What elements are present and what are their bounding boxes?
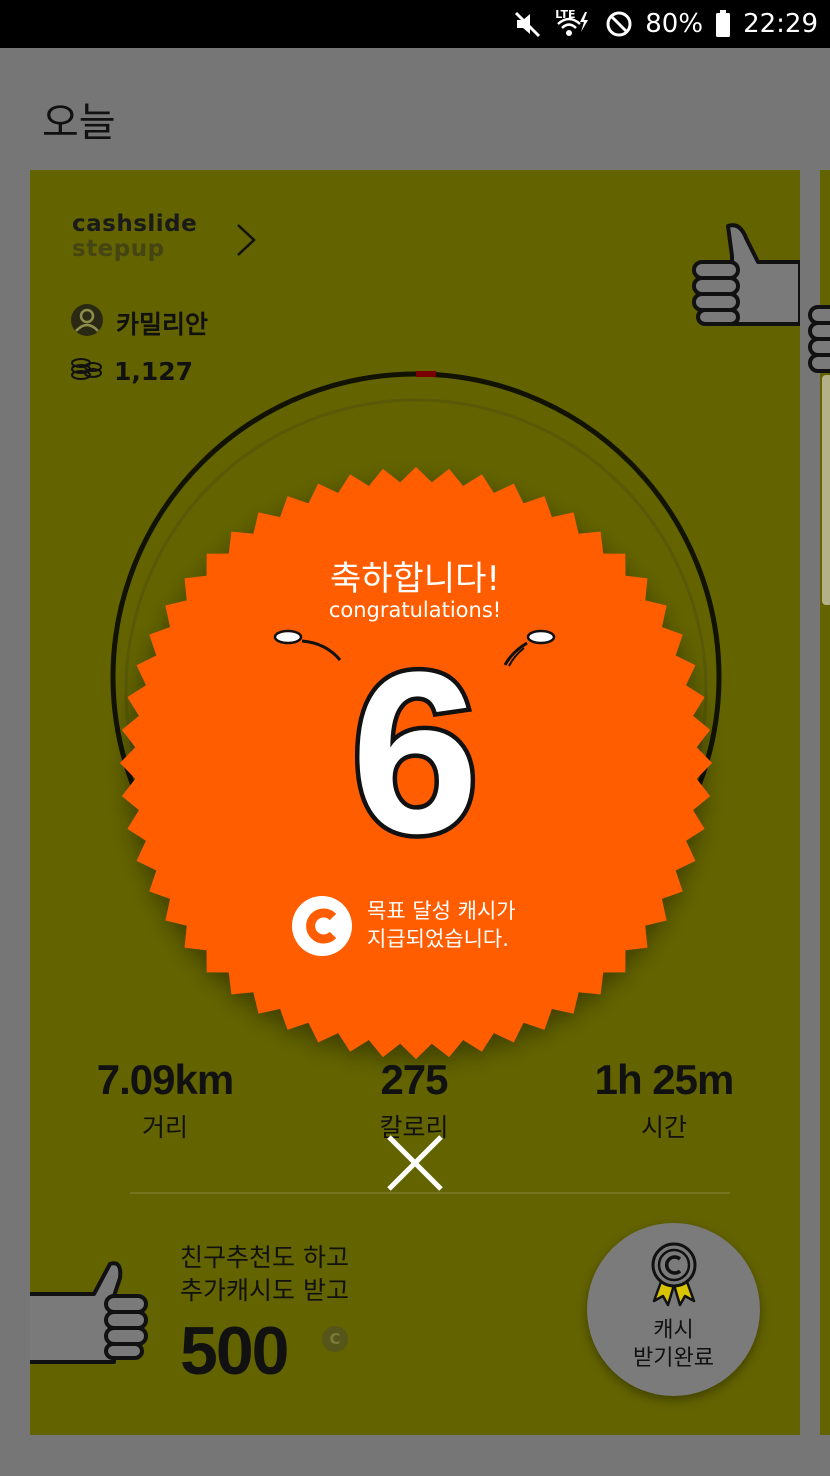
stat-calories-value: 275 bbox=[380, 1056, 448, 1103]
promo-text[interactable]: 친구추천도 하고 추가캐시도 받고 bbox=[180, 1241, 349, 1307]
goal-number-text: 6 bbox=[351, 640, 479, 850]
stat-distance-value: 7.09km bbox=[96, 1056, 234, 1103]
cash-message-line2: 지급되었습니다. bbox=[367, 927, 509, 951]
stat-calories: 275 칼로리 bbox=[284, 1056, 544, 1144]
cash-received-line2: 받기완료 bbox=[633, 1346, 714, 1371]
stat-distance: 7.09km 거리 bbox=[35, 1056, 295, 1144]
close-icon[interactable] bbox=[385, 1133, 445, 1193]
award-badge-icon bbox=[651, 1242, 697, 1307]
cash-received-line1: 캐시 bbox=[653, 1318, 694, 1343]
stat-time: 1h 25m 시간 bbox=[534, 1056, 794, 1144]
cash-message-line1: 목표 달성 캐시가 bbox=[367, 899, 516, 923]
divider bbox=[130, 1192, 730, 1194]
goal-number: 6 bbox=[0, 640, 830, 854]
promo-amount: 500 bbox=[180, 1313, 289, 1389]
promo-thumbs-up-icon bbox=[30, 1261, 148, 1364]
currency-icon: C bbox=[322, 1326, 348, 1352]
promo-line1: 친구추천도 하고 bbox=[180, 1243, 349, 1272]
cash-message: 목표 달성 캐시가 지급되었습니다. bbox=[367, 897, 516, 953]
cash-coin-icon bbox=[292, 896, 352, 956]
stat-time-value: 1h 25m bbox=[594, 1056, 735, 1103]
stat-time-label: 시간 bbox=[640, 1113, 687, 1142]
congrats-title: 축하합니다! bbox=[329, 559, 501, 599]
cash-received-button[interactable]: 캐시 받기완료 bbox=[587, 1223, 760, 1396]
cash-received-label: 캐시 받기완료 bbox=[587, 1317, 760, 1373]
stat-distance-label: 거리 bbox=[141, 1113, 188, 1142]
promo-line2: 추가캐시도 받고 bbox=[180, 1276, 349, 1305]
congrats-subtitle: congratulations! bbox=[328, 598, 502, 622]
